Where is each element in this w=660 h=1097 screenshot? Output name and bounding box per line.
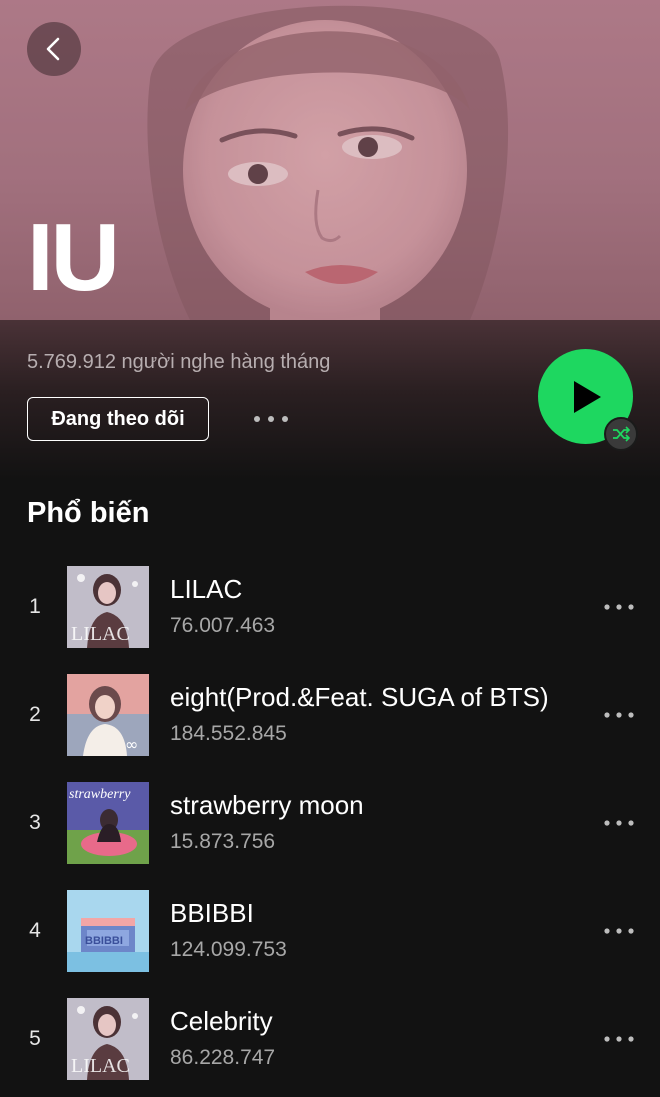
- track-title: LILAC: [170, 574, 243, 604]
- back-button[interactable]: [27, 22, 81, 76]
- track-more-button[interactable]: [598, 596, 640, 618]
- track-more-button[interactable]: [598, 704, 640, 726]
- chevron-left-icon: [46, 37, 60, 61]
- track-rank: 2: [29, 703, 41, 726]
- shuffle-button[interactable]: [604, 417, 638, 451]
- more-horizontal-icon: [604, 604, 634, 610]
- track-title: Celebrity: [170, 1006, 273, 1036]
- artist-more-button[interactable]: [249, 409, 293, 429]
- track-title: strawberry moon: [170, 790, 364, 820]
- album-art-text: strawberry: [69, 787, 131, 802]
- more-horizontal-icon: [604, 928, 634, 934]
- artist-name: IU: [27, 204, 120, 311]
- track-row[interactable]: 5 LILAC Celebrity 86.228.747: [0, 989, 660, 1097]
- play-icon: [573, 380, 601, 413]
- album-art-text: ∞: [125, 735, 138, 754]
- monthly-listeners: 5.769.912 người nghe hàng tháng: [27, 351, 331, 373]
- track-play-count: 76.007.463: [170, 614, 276, 637]
- track-title: eight(Prod.&Feat. SUGA of BTS): [170, 682, 549, 712]
- popular-track-list: 1 LILAC LILAC 76.007.463 2 ∞ eight(Prod.…: [0, 557, 660, 1097]
- track-row[interactable]: 4 BBIBBI BBIBBI 124.099.753: [0, 881, 660, 989]
- more-horizontal-icon: [604, 820, 634, 826]
- track-play-count: 15.873.756: [170, 830, 276, 853]
- album-art: strawberry: [67, 782, 149, 864]
- track-play-count: 184.552.845: [170, 722, 287, 745]
- track-rank: 1: [29, 595, 41, 618]
- track-rank: 3: [29, 811, 41, 834]
- artist-hero: IU: [0, 0, 660, 320]
- more-horizontal-icon: [254, 416, 288, 422]
- track-more-button[interactable]: [598, 812, 640, 834]
- album-art-text: LILAC: [71, 1055, 130, 1077]
- album-art: ∞: [67, 674, 149, 756]
- more-horizontal-icon: [604, 1036, 634, 1042]
- track-row[interactable]: 1 LILAC LILAC 76.007.463: [0, 557, 660, 665]
- album-art-text: LILAC: [71, 623, 130, 645]
- track-play-count: 86.228.747: [170, 1046, 276, 1069]
- popular-section-title: Phổ biến: [27, 497, 150, 529]
- shuffle-icon: [613, 426, 630, 442]
- track-row[interactable]: 3 strawberry strawberry moon 15.873.756: [0, 773, 660, 881]
- more-horizontal-icon: [604, 712, 634, 718]
- album-art: BBIBBI: [67, 890, 149, 972]
- track-title: BBIBBI: [170, 898, 254, 928]
- album-art: LILAC: [67, 998, 149, 1080]
- track-rank: 5: [29, 1027, 41, 1050]
- track-more-button[interactable]: [598, 920, 640, 942]
- track-more-button[interactable]: [598, 1028, 640, 1050]
- track-rank: 4: [29, 919, 41, 942]
- track-play-count: 124.099.753: [170, 938, 287, 961]
- album-art-text: BBIBBI: [85, 935, 123, 947]
- album-art: LILAC: [67, 566, 149, 648]
- follow-button[interactable]: Đang theo dõi: [27, 397, 209, 441]
- track-row[interactable]: 2 ∞ eight(Prod.&Feat. SUGA of BTS) 184.5…: [0, 665, 660, 773]
